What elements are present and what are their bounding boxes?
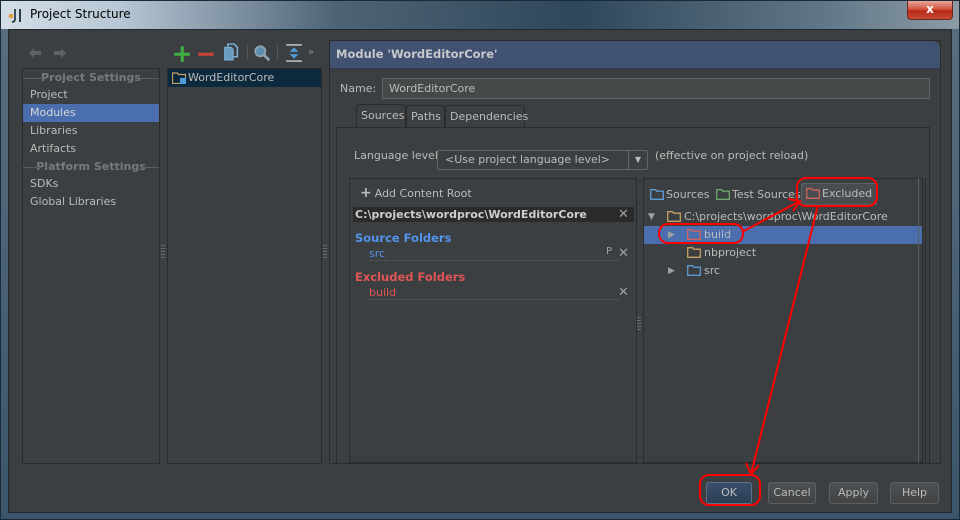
mark-as-test-sources-button[interactable]: Test Sources	[716, 185, 801, 207]
right-scroll-track[interactable]	[918, 178, 919, 463]
language-level-value: <Use project language level>	[445, 153, 611, 166]
package-prefix-icon[interactable]: P	[606, 246, 612, 257]
add-content-root-label: Add Content Root	[374, 187, 472, 200]
section-header-project-settings: Project Settings	[23, 69, 159, 86]
tab-dependencies[interactable]: Dependencies	[445, 105, 528, 127]
search-icon[interactable]	[253, 44, 271, 62]
content-root-path-text: C:\projects\wordproc\WordEditorCore	[355, 208, 587, 221]
source-folder-row[interactable]: src	[369, 247, 619, 261]
language-level-select[interactable]: <Use project language level> ▼	[437, 150, 648, 170]
arrow-left-icon[interactable]	[28, 47, 42, 59]
sidebar-item-project[interactable]: Project	[23, 86, 159, 104]
tree-label-nbproject: nbproject	[704, 246, 757, 259]
tree-root-row[interactable]: ▼ C:\projects\wordproc\WordEditorCore	[644, 208, 922, 226]
sidebar-item-sdks[interactable]: SDKs	[23, 175, 159, 193]
add-content-root-button[interactable]: + Add Content Root	[360, 185, 472, 201]
name-label: Name:	[340, 82, 377, 95]
collapsed-triangle-icon[interactable]: ▶	[668, 262, 675, 280]
roots-splitter-handle[interactable]	[637, 316, 641, 330]
content-roots-panel: + Add Content Root C:\projects\wordproc\W…	[349, 178, 637, 463]
excluded-folder-row[interactable]: build	[369, 286, 619, 300]
plus-icon: +	[360, 185, 372, 201]
sidebar-item-artifacts[interactable]: Artifacts	[23, 140, 159, 158]
help-button[interactable]: Help	[890, 482, 939, 504]
tree-row-src[interactable]: ▶ src	[644, 262, 922, 280]
dialog-client-area: Project Settings Project Modules Librari…	[8, 29, 952, 513]
dropdown-arrow-icon[interactable]: ▼	[628, 151, 647, 169]
apply-button[interactable]: Apply	[829, 482, 878, 504]
module-splitter-handle[interactable]	[323, 244, 327, 258]
tree-root-label: C:\projects\wordproc\WordEditorCore	[684, 210, 888, 223]
module-name: WordEditorCore	[188, 71, 275, 84]
mark-as-sources-button[interactable]: Sources	[650, 185, 710, 207]
tree-row-nbproject[interactable]: nbproject	[644, 244, 922, 262]
arrow-right-icon[interactable]	[53, 47, 67, 59]
sidebar-item-global-libraries[interactable]: Global Libraries	[23, 193, 159, 211]
intellij-app-icon	[8, 9, 21, 23]
excluded-folder-icon	[806, 188, 820, 199]
content-root-path: C:\projects\wordproc\WordEditorCore	[353, 207, 634, 222]
project-structure-window: Project Structure x Project Settings Pro…	[0, 0, 960, 520]
right-scroll-border	[925, 178, 926, 463]
language-level-label: Language level:	[354, 149, 442, 162]
language-level-note: (effective on project reload)	[655, 149, 809, 162]
folder-icon	[687, 247, 701, 258]
sidebar-item-libraries[interactable]: Libraries	[23, 122, 159, 140]
source-folder-icon	[650, 189, 664, 200]
section-header-platform-settings: Platform Settings	[23, 158, 159, 175]
settings-sidebar: Project Settings Project Modules Librari…	[22, 68, 160, 464]
toolbar-separator	[277, 44, 278, 60]
module-list: WordEditorCore	[167, 68, 322, 464]
cancel-button[interactable]: Cancel	[768, 482, 816, 504]
module-folder-icon	[172, 72, 186, 84]
excluded-folder-icon	[687, 229, 701, 240]
module-list-item[interactable]: WordEditorCore	[168, 69, 321, 87]
sidebar-splitter-handle[interactable]	[161, 244, 165, 258]
tree-row-build[interactable]: ▶ build	[644, 226, 922, 244]
module-name-input[interactable]: WordEditorCore	[382, 78, 930, 99]
module-detail-header: Module 'WordEditorCore'	[330, 41, 940, 69]
close-icon: x	[926, 2, 934, 16]
remove-source-folder-icon[interactable]: ✕	[618, 246, 629, 261]
tree-label-build: build	[704, 228, 732, 241]
toolbar-separator	[247, 44, 248, 60]
tree-label-src: src	[704, 264, 721, 277]
excluded-folder-name: build	[369, 286, 397, 299]
tab-paths[interactable]: Paths	[406, 105, 445, 127]
mark-as-excluded-button[interactable]: Excluded	[801, 183, 878, 205]
mark-as-excluded-label: Excluded	[822, 187, 873, 200]
remove-content-root-icon[interactable]: ✕	[618, 207, 629, 222]
expand-collapse-icon[interactable]	[285, 44, 303, 62]
source-folders-title: Source Folders	[355, 231, 452, 245]
tab-sources[interactable]: Sources	[356, 104, 406, 127]
collapsed-triangle-icon[interactable]: ▶	[668, 226, 675, 244]
directory-tree-panel: Sources Test Sources Excluded ▼ C:\proje…	[643, 178, 923, 463]
sources-tab-content: Language level: <Use project language le…	[336, 127, 930, 463]
remove-icon[interactable]	[197, 45, 215, 63]
remove-excluded-folder-icon[interactable]: ✕	[618, 285, 629, 300]
window-title: Project Structure	[30, 7, 131, 21]
source-folder-name: src	[369, 247, 386, 260]
copy-icon[interactable]	[222, 43, 240, 61]
mark-as-sources-label: Sources	[666, 188, 710, 201]
sidebar-item-modules[interactable]: Modules	[23, 104, 159, 122]
expanded-triangle-icon[interactable]: ▼	[648, 208, 655, 226]
ok-button[interactable]: OK	[706, 482, 752, 504]
title-bar: Project Structure x	[1, 1, 959, 29]
mark-as-test-sources-label: Test Sources	[732, 188, 801, 201]
add-icon[interactable]	[173, 45, 191, 63]
folder-icon	[667, 211, 681, 222]
excluded-folders-title: Excluded Folders	[355, 270, 466, 284]
module-detail-panel: Module 'WordEditorCore' Name: WordEditor…	[329, 40, 941, 464]
window-close-button[interactable]: x	[907, 1, 953, 20]
test-source-folder-icon	[716, 189, 730, 200]
source-folder-icon	[687, 265, 701, 276]
more-icon[interactable]: »	[308, 47, 314, 58]
